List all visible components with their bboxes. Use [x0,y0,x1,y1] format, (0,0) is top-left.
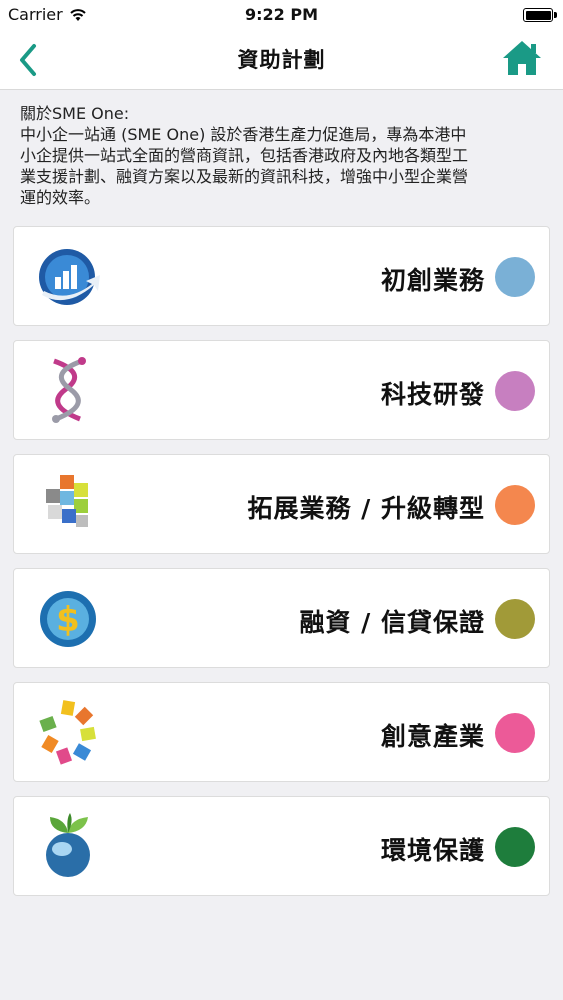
environment-globe-leaves-icon [46,813,90,877]
category-color-dot [495,599,535,639]
about-heading: 關於SME One: [20,104,130,123]
category-card-environment[interactable]: 環境保護 [13,796,550,896]
category-label: 創意產業 [380,722,485,751]
category-label: 環境保護 [380,836,485,865]
category-color-dot [495,257,535,297]
category-card-startup[interactable]: 初創業務 [13,226,550,326]
page-title: 資助計劃 [237,48,326,72]
category-color-dot [495,485,535,525]
svg-text:$: $ [56,600,80,640]
tech-dna-helix-icon [52,357,86,423]
category-card-tech[interactable]: 科技研發 [13,340,550,440]
expansion-cubes-icon [46,475,88,527]
about-line: 中小企一站通 (SME One) 設於香港生產力促進局，專為本港中 [20,125,467,144]
startup-globe-chart-icon [39,249,100,305]
creative-color-ring-icon [39,700,96,765]
battery-icon [523,8,557,22]
category-label: 科技研發 [380,380,485,409]
about-line: 運的效率。 [20,188,101,207]
category-color-dot [495,827,535,867]
status-time: 9:22 PM [244,5,318,24]
category-label: 融資 / 信貸保證 [299,608,485,637]
category-color-dot [495,371,535,411]
about-description: 關於SME One: 中小企一站通 (SME One) 設於香港生產力促進局，專… [20,103,550,208]
about-line: 小企提供一站式全面的營商資訊，包括香港政府及內地各類型工 [20,146,469,165]
category-card-finance[interactable]: $ 融資 / 信貸保證 [13,568,550,668]
category-color-dot [495,713,535,753]
home-icon[interactable] [501,38,543,78]
category-card-expansion[interactable]: 拓展業務 / 升級轉型 [13,454,550,554]
category-label: 拓展業務 / 升級轉型 [247,494,485,523]
status-bar: Carrier 9:22 PM [0,0,563,30]
finance-dollar-globe-icon: $ [40,591,96,647]
navigation-bar: 資助計劃 [0,30,563,90]
about-line: 業支援計劃、融資方案以及最新的資訊科技，增強中小型企業營 [20,167,469,186]
category-label: 初創業務 [380,266,485,295]
category-card-creative[interactable]: 創意產業 [13,682,550,782]
